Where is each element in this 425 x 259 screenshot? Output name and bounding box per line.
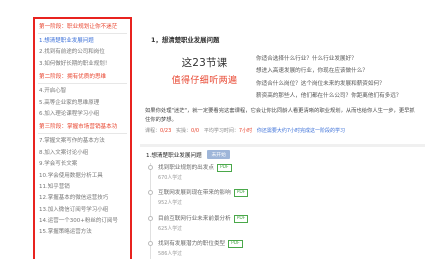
sidebar-lesson[interactable]: 12.掌握基本的微信运营技巧 xyxy=(35,193,130,204)
learner-count: 586人学过 xyxy=(158,251,183,257)
circle-icon xyxy=(148,165,153,170)
circle-icon xyxy=(148,241,153,246)
chapter-item-title[interactable]: 找到有发展潜力的职位类型 xyxy=(158,241,225,247)
phase-2-title[interactable]: 第二阶段：拥有优质的思维 xyxy=(35,74,130,81)
section-title-text: 1，想清楚职业发展问题 xyxy=(151,36,220,44)
meta-practice-value: 0/0 xyxy=(191,128,200,134)
hero-count-text: 这23节课 xyxy=(181,57,228,69)
learner-count: 625人学过 xyxy=(158,226,183,232)
sidebar-lesson[interactable]: 14.运营一个300+粉丝的订阅号 xyxy=(35,216,130,227)
learner-count: 952人学过 xyxy=(158,200,183,206)
pdf-tag: PDF xyxy=(233,189,249,197)
hero-question: 你适合什么岗位？这个岗位未来的发展和薪资如何？ xyxy=(256,80,385,87)
phase-divider xyxy=(38,83,127,85)
status-badge: 未开始 xyxy=(207,150,230,159)
hero-banner: 这23节课 值得仔细听两遍 xyxy=(152,55,257,86)
sidebar-lesson[interactable]: 5.高等企业家的思维原理 xyxy=(35,98,130,109)
sidebar-lesson[interactable]: 9.学会写长文案 xyxy=(35,159,130,170)
circle-icon xyxy=(148,216,153,221)
hero-questions: 你适合选择什么行业？什么行业发展好？ 想进入高速发展的行业，你现在应该做什么？ … xyxy=(256,53,416,103)
sidebar-lesson[interactable]: 8.加入文案讨论小组 xyxy=(35,148,130,159)
section-divider xyxy=(140,144,425,147)
course-description: 如果你处理"迷茫"，就一定要看完这套课程，它会让你比同龄人看更清晰的职业规划，从… xyxy=(145,108,415,123)
meta-lessons-label: 课程： xyxy=(145,128,161,134)
chapter-header: 1.想清楚职业发展问题 未开始 xyxy=(146,150,230,159)
sidebar-lesson[interactable]: 13.加入微信订阅号学习小组 xyxy=(35,205,130,216)
pdf-tag: PDF xyxy=(228,240,243,248)
phase-1-title[interactable]: 第一阶段：职业规划让你不迷茫 xyxy=(35,24,130,31)
hero-tagline: 值得仔细听两遍 xyxy=(171,76,238,86)
phase-divider xyxy=(38,133,127,135)
sidebar-lesson[interactable]: 2.找到有前途的公司和岗位 xyxy=(35,47,130,58)
main-content: 1，想清楚职业发展问题 这23节课 值得仔细听两遍 你适合选择什么行业？什么行业… xyxy=(140,0,425,259)
meta-study-label: 平均学习时间： xyxy=(203,128,239,134)
meta-lessons-value: 0/23 xyxy=(160,128,172,134)
circle-icon xyxy=(148,190,153,195)
meta-study-value: 7小时 xyxy=(238,128,253,134)
chapter-item-title[interactable]: 找到职业规划的出发点 xyxy=(158,165,214,171)
chapter-title: 1.想清楚职业发展问题 xyxy=(146,153,202,159)
learner-count: 670人学过 xyxy=(158,175,183,181)
pdf-tag: PDF xyxy=(233,215,249,223)
pdf-tag: PDF xyxy=(216,164,232,172)
phase-divider xyxy=(38,33,127,34)
sidebar-lesson[interactable]: 3.如何做好长期的职业规划！ xyxy=(35,59,130,70)
chapter-item-title[interactable]: 目前互联网行业未来前景分析 xyxy=(158,216,231,222)
phase-3-title[interactable]: 第三阶段：掌握市场营销基本功 xyxy=(35,124,130,131)
sidebar-lesson[interactable]: 11.知乎营销 xyxy=(35,182,130,193)
sidebar-lesson[interactable]: 1.想清楚职业发展问题 xyxy=(35,36,130,47)
chapter-item-title[interactable]: 互联网发展到现在带来的影响 xyxy=(158,190,231,196)
sidebar-lesson[interactable]: 7.掌握文案写作的基本方法 xyxy=(35,136,130,147)
hero-question: 薪资高的那些人，他们都在什么公司？你距离他们有多远？ xyxy=(256,93,402,100)
sidebar-lesson[interactable]: 10.学会使用数据分析工具 xyxy=(35,171,130,182)
meta-tip: 你还需要大约7小时完成这一阶段的学习 xyxy=(256,128,346,134)
section-title: 1，想清楚职业发展问题 xyxy=(151,35,219,44)
course-outline-sidebar: 第一阶段：职业规划让你不迷茫 1.想清楚职业发展问题 2.找到有前途的公司和岗位… xyxy=(33,17,132,259)
sidebar-lesson[interactable]: 15.掌握策略运营方法 xyxy=(35,227,130,238)
hero-question: 你适合选择什么行业？什么行业发展好？ xyxy=(256,56,357,62)
sidebar-lesson[interactable]: 4.开启心智 xyxy=(35,86,130,97)
sidebar-lesson[interactable]: 6.加入理论课程学习小组 xyxy=(35,109,130,120)
course-meta: 课程：0/23 实操：0/0 平均学习时间：7小时 你还需要大约7小时完成这一阶… xyxy=(145,127,345,134)
hero-question: 想进入高速发展的行业，你现在应该做什么？ xyxy=(256,68,368,75)
meta-practice-label: 实操： xyxy=(176,128,192,134)
